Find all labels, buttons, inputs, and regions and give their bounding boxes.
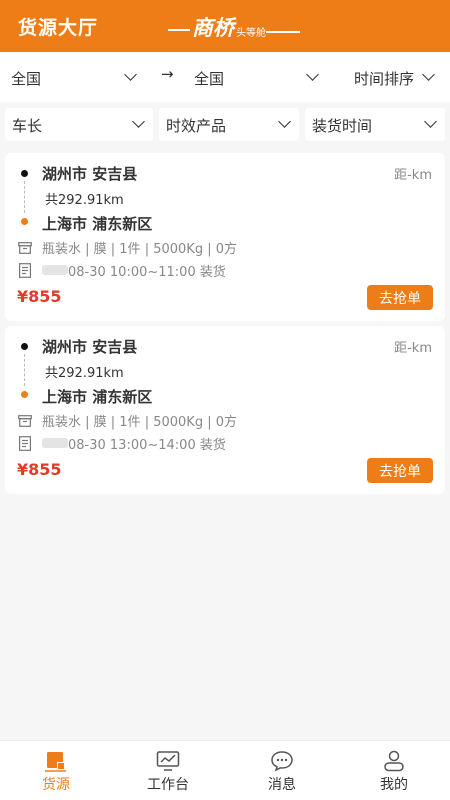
- tab-cargo[interactable]: 货源: [0, 741, 112, 800]
- destination-dot-icon: [21, 218, 28, 225]
- cargo-card[interactable]: 湖州市 安吉县 距-km 共292.91km 上海市 浦东新区 瓶装水 | 膜 …: [5, 153, 445, 321]
- document-icon: [19, 263, 32, 278]
- logo-tail-decor: [266, 31, 300, 33]
- message-icon: [271, 751, 293, 772]
- origin-dot-icon: [21, 343, 28, 350]
- logo-main-text: 商桥: [192, 16, 234, 40]
- tab-profile-label: 我的: [380, 777, 408, 793]
- origin-city: 湖州市 安吉县: [42, 338, 138, 356]
- route-filter-bar: 全国 → 全国 时间排序: [0, 52, 450, 102]
- app-header: 货源大厅 商桥 头等舱: [0, 0, 450, 52]
- chevron-down-icon[interactable]: [306, 68, 319, 81]
- bottom-tab-bar: 货源 工作台 消息 我的: [0, 740, 450, 800]
- chevron-down-icon: [278, 115, 291, 128]
- origin-dot-icon: [21, 170, 28, 177]
- vehicle-length-filter[interactable]: 车长: [5, 108, 153, 141]
- document-icon: [19, 436, 32, 451]
- tab-message-label: 消息: [268, 777, 296, 793]
- grab-order-button[interactable]: 去抢单: [367, 458, 433, 483]
- sort-filter[interactable]: 时间排序: [354, 68, 414, 89]
- price-label: ¥855: [17, 460, 62, 479]
- grab-order-button[interactable]: 去抢单: [367, 285, 433, 310]
- destination-city: 上海市 浦东新区: [42, 388, 153, 406]
- vehicle-length-label: 车长: [12, 117, 43, 135]
- tab-workbench-label: 工作台: [147, 777, 189, 793]
- distance-label: 距-km: [394, 341, 432, 356]
- load-time-filter[interactable]: 装货时间: [305, 108, 445, 141]
- destination-city: 上海市 浦东新区: [42, 215, 153, 233]
- product-label: 时效产品: [166, 117, 227, 135]
- destination-dot-icon: [21, 391, 28, 398]
- total-distance: 共292.91km: [45, 366, 124, 381]
- arrow-right-icon: →: [161, 65, 174, 83]
- package-icon: [18, 242, 32, 254]
- route-line: [24, 181, 25, 213]
- destination-filter[interactable]: 全国: [194, 68, 224, 89]
- product-filter[interactable]: 时效产品: [159, 108, 299, 141]
- tab-message[interactable]: 消息: [226, 741, 338, 800]
- brand-logo: 商桥 头等舱: [168, 12, 300, 42]
- cargo-card[interactable]: 湖州市 安吉县 距-km 共292.91km 上海市 浦东新区 瓶装水 | 膜 …: [5, 326, 445, 494]
- chevron-down-icon[interactable]: [124, 68, 137, 81]
- tab-profile[interactable]: 我的: [338, 741, 450, 800]
- origin-filter[interactable]: 全国: [11, 68, 41, 89]
- goods-info: 瓶装水 | 膜 | 1件 | 5000Kg | 0方: [42, 415, 237, 430]
- load-time-info: 08-30 10:00~11:00 装货: [68, 265, 226, 280]
- load-time-label: 装货时间: [312, 117, 373, 135]
- blurred-date: [42, 265, 68, 275]
- chevron-down-icon[interactable]: [422, 68, 435, 81]
- origin-city: 湖州市 安吉县: [42, 165, 138, 183]
- goods-info: 瓶装水 | 膜 | 1件 | 5000Kg | 0方: [42, 242, 237, 257]
- price-label: ¥855: [17, 287, 62, 306]
- profile-icon: [384, 750, 404, 772]
- workbench-icon: [156, 751, 180, 771]
- package-icon: [18, 415, 32, 427]
- tab-workbench[interactable]: 工作台: [112, 741, 224, 800]
- tab-cargo-label: 货源: [42, 777, 70, 793]
- blurred-date: [42, 438, 68, 448]
- chevron-down-icon: [424, 115, 437, 128]
- chevron-down-icon: [132, 115, 145, 128]
- distance-label: 距-km: [394, 168, 432, 183]
- secondary-filter-bar: 车长 时效产品 装货时间: [0, 102, 450, 148]
- cargo-icon: [45, 752, 66, 772]
- total-distance: 共292.91km: [45, 193, 124, 208]
- route-line: [24, 354, 25, 386]
- load-time-info: 08-30 13:00~14:00 装货: [68, 438, 226, 453]
- logo-sub-text: 头等舱: [236, 27, 266, 39]
- page-title: 货源大厅: [18, 16, 99, 39]
- logo-line-decor: [168, 29, 190, 31]
